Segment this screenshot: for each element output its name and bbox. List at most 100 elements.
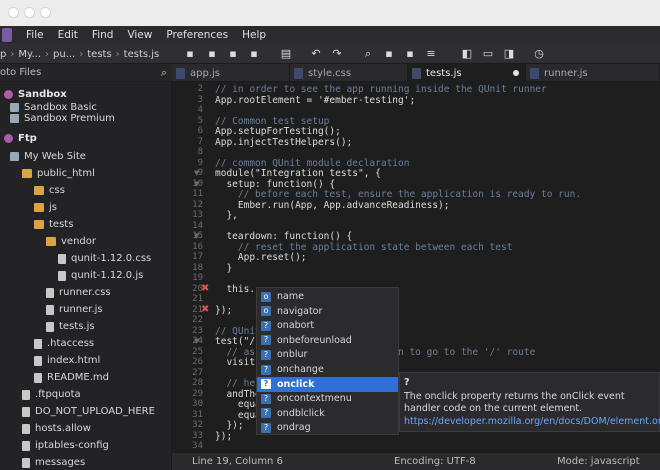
find-next-icon[interactable]: ▪ [383,47,395,60]
tree-item-runner-js[interactable]: runner.js [46,301,103,318]
file-icon [34,372,42,383]
error-marker-icon[interactable]: ✖ [201,283,211,294]
window-close-button[interactable] [8,7,19,18]
autocomplete-item[interactable]: ? onclick [257,376,398,392]
line-number: 9 [197,157,203,168]
tree-item-hosts-allow[interactable]: hosts.allow [22,420,91,437]
document-icon[interactable]: ▤ [280,47,292,60]
line-number: 7 [197,136,203,147]
breadcrumb-item[interactable]: My... [18,49,41,60]
tree-item-runner-css[interactable]: runner.css [46,284,111,301]
menu-file[interactable]: File [26,29,44,41]
autocomplete-label: onbeforeunload [277,334,352,346]
save-all-icon[interactable]: ▪ [248,47,260,60]
breadcrumb-item[interactable]: pu... [53,49,75,60]
panel-bottom-icon[interactable]: ▭ [482,47,494,60]
tab-label: app.js [190,67,220,79]
tree-item-css[interactable]: css [34,182,65,199]
tab-tests-js[interactable]: tests.js [408,64,526,82]
tree-item-do-not-upload[interactable]: DO_NOT_UPLOAD_HERE [22,403,155,420]
breadcrumb-item[interactable]: p [0,49,6,60]
menu-help[interactable]: Help [242,29,266,41]
line-number: 25 [192,346,203,357]
folder-icon [22,169,32,178]
tree-item-qunit-js[interactable]: qunit-1.12.0.js [58,267,143,284]
tree-item-qunit-css[interactable]: qunit-1.12.0.css [58,250,151,267]
find-replace-icon[interactable]: ▪ [404,47,416,60]
search-icon[interactable]: ⌕ [362,47,374,60]
tree-label: qunit-1.12.0.js [71,270,144,281]
autocomplete-label: onabort [277,320,315,332]
autocomplete-item[interactable]: o name [257,289,398,304]
line-number: 34 [192,441,203,451]
tab-app-js[interactable]: app.js [172,64,290,82]
undo-icon[interactable]: ↶ [310,47,322,60]
history-icon[interactable]: ◷ [533,47,545,60]
line-number: 14 [192,220,203,231]
tree-item-public-html[interactable]: public_html [22,165,95,182]
tree-item-index-html[interactable]: index.html [34,352,100,369]
save-icon[interactable]: ▪ [227,47,239,60]
menu-view[interactable]: View [127,29,152,41]
tree-item-readme[interactable]: README.md [34,369,109,386]
line-number: 13 [192,210,203,220]
autocomplete-item[interactable]: ? ondrag [257,420,398,435]
menu-preferences[interactable]: Preferences [166,29,228,41]
fold-toggle-icon[interactable]: ▼ [194,169,199,177]
indent-icon[interactable]: ≡ [425,47,437,60]
tree-item-messages[interactable]: messages [22,454,85,470]
tree-item-tests[interactable]: tests [34,216,73,233]
menu-edit[interactable]: Edit [58,29,78,41]
tree-item-sandbox-premium[interactable]: Sandbox Premium [10,110,115,127]
tree-label: messages [35,457,86,468]
autocomplete-item[interactable]: ? onbeforeunload [257,333,398,348]
autocomplete-list[interactable]: o name o navigator? onabort? onbeforeunload? o… [256,287,399,435]
tree-item-js[interactable]: js [34,199,57,216]
tree-label: runner.css [59,287,111,298]
gear-icon [4,134,13,143]
autocomplete-label: oncontextmenu [277,393,352,405]
panel-left-icon[interactable]: ◧ [461,47,473,60]
autocomplete-item[interactable]: ? onchange [257,362,398,377]
window-minimize-button[interactable] [24,7,35,18]
autocomplete-item[interactable]: ? onblur [257,347,398,362]
doc-popup-link[interactable]: https://developer.mozilla.org/en/docs/DO… [404,416,660,427]
tree-item-tests-js[interactable]: tests.js [46,318,95,335]
error-marker-icon[interactable]: ✖ [201,304,211,315]
code-line: this. [215,283,256,295]
encoding-status[interactable]: Encoding: UTF-8 [394,456,476,467]
search-icon[interactable]: ⌕ [161,66,167,80]
autocomplete-item[interactable]: o navigator [257,304,398,319]
tree-item-iptables-config[interactable]: iptables-config [22,437,109,454]
breadcrumb-separator: › [115,48,120,60]
window-zoom-button[interactable] [40,7,51,18]
redo-icon[interactable]: ↷ [331,47,343,60]
tab-style-css[interactable]: style.css [290,64,408,82]
breadcrumb-item[interactable]: tests [87,49,111,60]
breadcrumb-item[interactable]: tests.js [124,49,160,60]
tree-section-ftp[interactable]: Ftp [4,130,37,147]
tree-item-htaccess[interactable]: .htaccess [34,335,94,352]
server-icon [10,152,19,161]
share-icon[interactable] [514,47,526,60]
tab-label: tests.js [426,67,462,79]
open-file-icon[interactable]: ▪ [206,47,218,60]
mode-status[interactable]: Mode: javascript [557,456,640,467]
autocomplete-item[interactable]: ? ondblclick [257,406,398,421]
tree-item-vendor[interactable]: vendor [46,233,96,250]
file-icon [22,389,30,400]
autocomplete-item[interactable]: ? onabort [257,318,398,333]
menu-find[interactable]: Find [92,29,114,41]
member-type-icon: ? [261,408,271,419]
tree-item-my-web-site[interactable]: My Web Site [10,148,86,165]
new-file-icon[interactable]: ▪ [184,47,196,60]
autocomplete-item[interactable]: ? oncontextmenu [257,391,398,406]
line-number: 19 [192,273,203,283]
fold-toggle-icon[interactable]: ▼ [194,232,199,240]
folder-icon [46,237,56,246]
tab-runner-js[interactable]: runner.js [526,64,660,82]
fold-toggle-icon[interactable]: ▼ [194,337,199,345]
fold-toggle-icon[interactable]: ▼ [194,180,199,188]
tree-item-ftpquota[interactable]: .ftpquota [22,386,81,403]
code-line: setup: function() { [215,178,336,190]
